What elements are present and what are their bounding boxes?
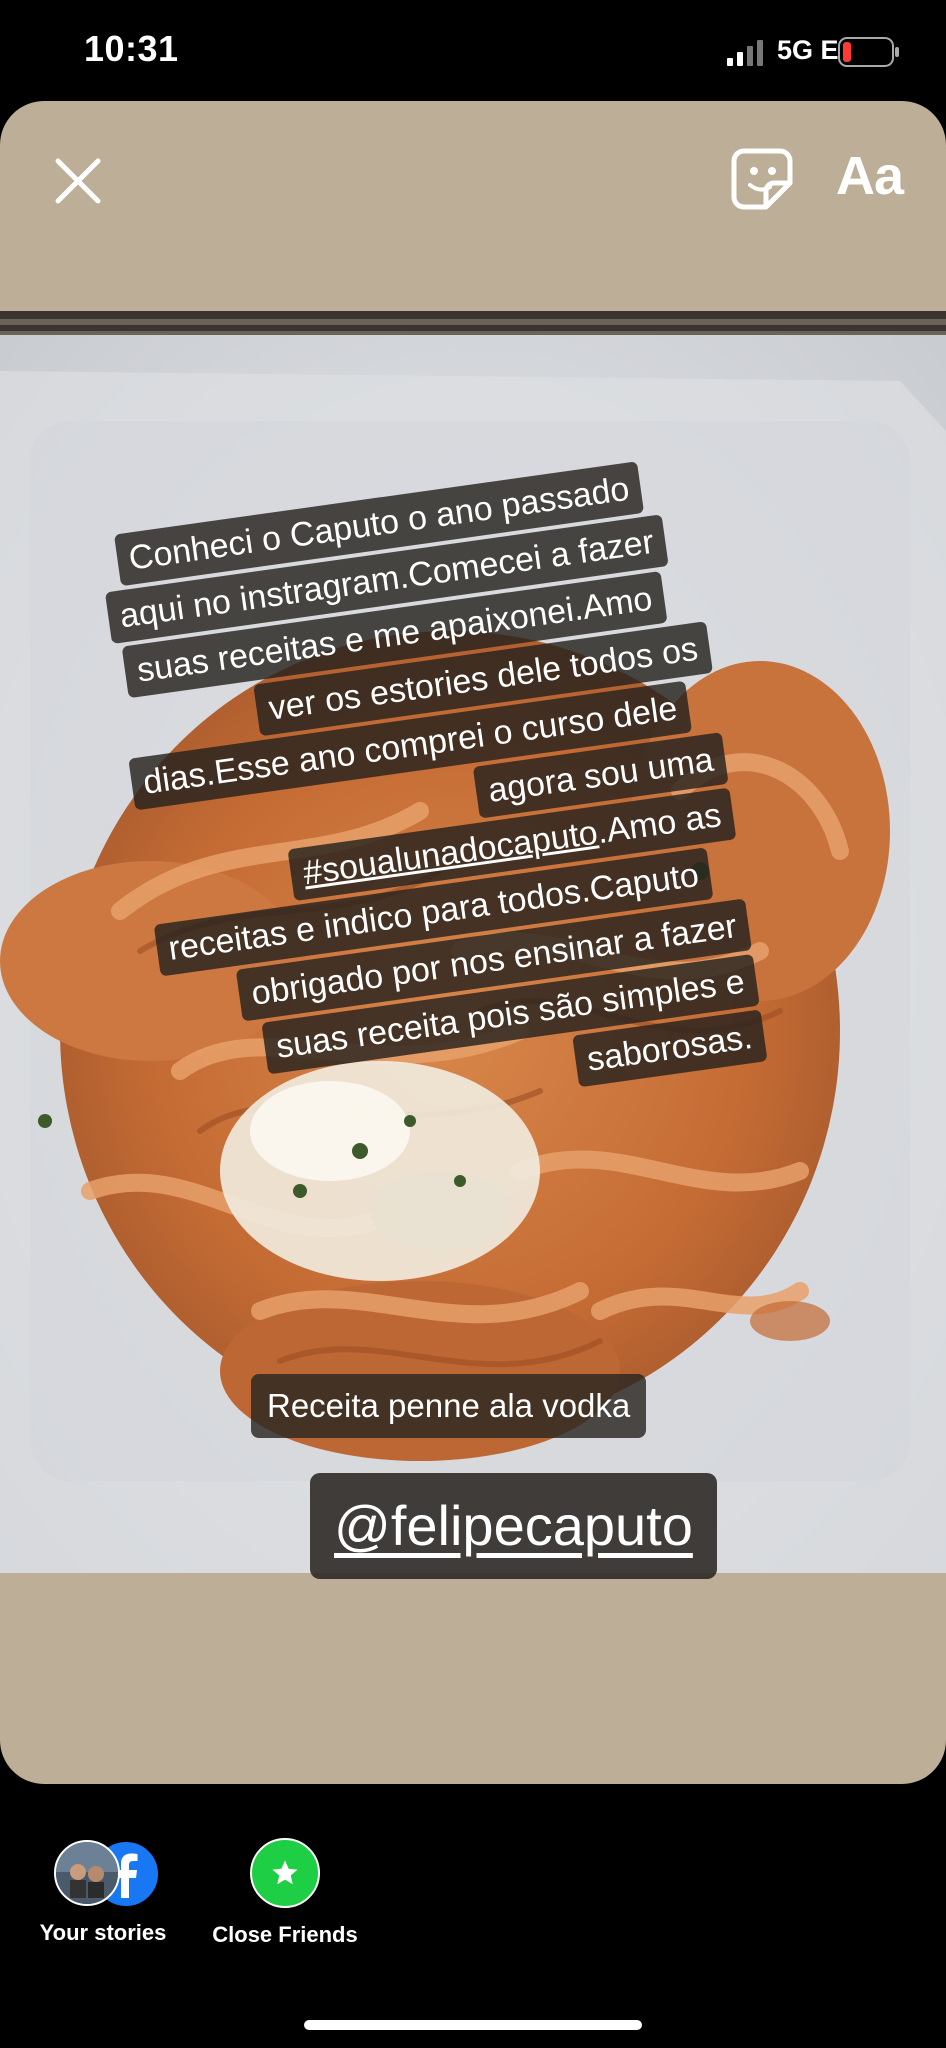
mention-sticker[interactable]: @felipecaputo <box>310 1473 717 1579</box>
sticker-icon[interactable] <box>730 147 794 211</box>
story-canvas[interactable]: Aa Conheci o Caputo o ano passado aqui n… <box>0 101 946 1784</box>
your-stories-icons <box>48 1838 160 1908</box>
status-time: 10:31 <box>84 28 179 69</box>
close-icon[interactable] <box>50 153 106 209</box>
your-stories-label: Your stories <box>39 1920 167 1945</box>
network-label: 5G E <box>777 35 839 65</box>
caption-text[interactable]: Conheci o Caputo o ano passado aqui no i… <box>68 453 768 1149</box>
recipe-label[interactable]: Receita penne ala vodka <box>251 1374 647 1438</box>
avatar <box>54 1840 120 1906</box>
close-friends-label: Close Friends <box>212 1922 358 1947</box>
mention-text: @felipecaputo <box>334 1494 693 1557</box>
text-tool-button[interactable]: Aa <box>836 145 904 207</box>
share-your-stories[interactable]: Your stories <box>34 1838 172 1946</box>
home-indicator[interactable] <box>304 2020 642 2030</box>
signal-icon <box>727 40 763 66</box>
battery-icon <box>838 37 899 67</box>
share-close-friends[interactable]: Close Friends <box>206 1838 364 1948</box>
status-bar: 10:31 5G E <box>0 0 946 100</box>
caption-hashtag-suffix: .Amo as <box>594 796 724 852</box>
star-icon <box>250 1838 320 1908</box>
